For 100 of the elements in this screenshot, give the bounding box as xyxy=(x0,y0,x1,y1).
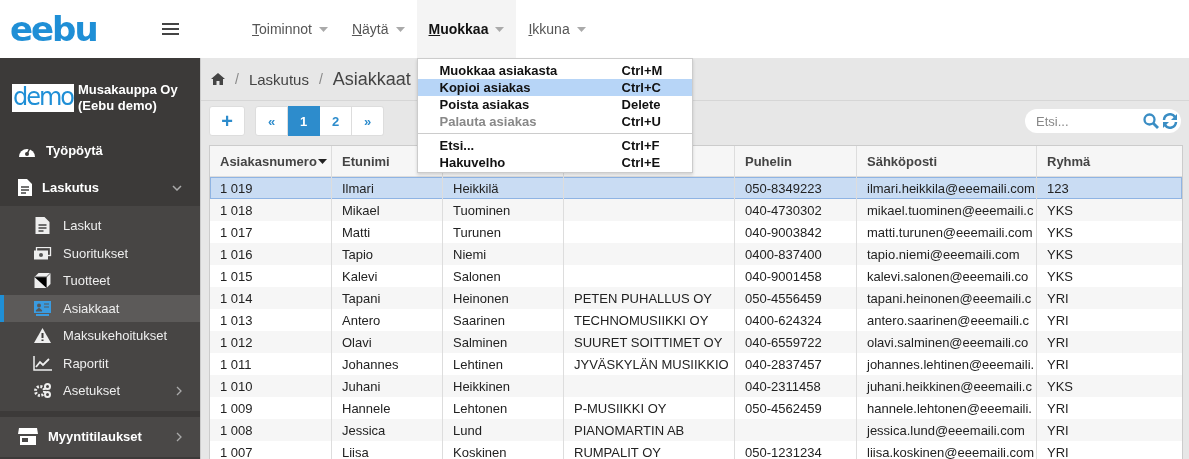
table-cell: Juhani xyxy=(342,378,381,394)
table-row[interactable]: 1 019 Ilmari Heikkilä 050-8349223 ilmari.heikkila@eeemaili.com 123 xyxy=(210,177,1182,199)
dropdown-item[interactable]: Hakuvelho Ctrl+E xyxy=(417,154,692,171)
eebu-logo: eebu xyxy=(9,12,98,46)
column-header[interactable]: Puhelin xyxy=(745,153,792,169)
home-icon[interactable] xyxy=(211,73,225,85)
table-cell: Turunen xyxy=(453,224,501,240)
page-button[interactable]: 1 xyxy=(288,106,320,136)
menu-item[interactable]: Toiminnot xyxy=(240,0,340,58)
table-cell: Mikael xyxy=(342,202,380,218)
table-cell: Johannes xyxy=(342,356,399,372)
document-icon xyxy=(33,217,52,235)
company-logo: demo xyxy=(12,84,74,112)
table-cell: Matti xyxy=(342,224,371,240)
table-cell: YRI xyxy=(1047,312,1069,328)
sidebar-item[interactable]: Maksukehoitukset xyxy=(0,322,200,350)
breadcrumb-link[interactable]: Laskutus xyxy=(248,70,309,88)
table-cell: 1 010 xyxy=(220,378,253,394)
company-name: Musakauppa Oy (Eebu demo) xyxy=(78,82,179,114)
sidebar-item[interactable]: Suoritukset xyxy=(0,239,200,267)
dropdown-item[interactable]: Etsi... Ctrl+F xyxy=(417,137,692,154)
table-cell: 1 007 xyxy=(220,444,253,459)
document-icon xyxy=(18,179,32,196)
sidebar-item[interactable]: Myyntitilaukset xyxy=(0,416,200,457)
table-cell: Tuominen xyxy=(453,202,511,218)
contact-card-icon xyxy=(33,300,52,316)
warning-icon xyxy=(33,328,52,344)
table-cell: 0400-837400 xyxy=(745,246,822,262)
sidebar-item[interactable]: Tuotteet xyxy=(0,267,200,295)
table-cell: Lehtinen xyxy=(453,356,503,372)
table-cell: 1 014 xyxy=(220,290,253,306)
table-cell: YRI xyxy=(1047,334,1069,350)
table-cell: antero.saarinen@eeemaili.c xyxy=(867,312,1030,328)
table-row[interactable]: 1 016 Tapio Niemi 0400-837400 tapio.niemi@eeemaili.com YKS xyxy=(210,243,1182,265)
table-cell: YRI xyxy=(1047,290,1069,306)
table-cell: ilmari.heikkila@eeemaili.com xyxy=(867,180,1035,196)
table-cell: Kalevi xyxy=(342,268,378,284)
table-row[interactable]: 1 012 Olavi Salminen SUURET SOITTIMET OY 040-6559722 olavi.salminen@eeemaili.co YRI xyxy=(210,331,1182,353)
sidebar-item[interactable]: Laskutus xyxy=(0,169,200,206)
search-icon[interactable] xyxy=(1143,113,1159,129)
breadcrumb-separator: / xyxy=(235,71,239,87)
dropdown-item[interactable]: Poista asiakas Delete xyxy=(417,96,692,113)
table-cell: 123 xyxy=(1047,180,1069,196)
menu-item[interactable]: Muokkaa xyxy=(416,0,517,58)
table-cell: 040-9003842 xyxy=(745,224,822,240)
page-title: Asiakkaat xyxy=(332,68,411,90)
table-row[interactable]: 1 014 Tapani Heinonen PETEN PUHALLUS OY 050-4556459 tapani.heinonen@eeemaili.c YRI xyxy=(210,287,1182,309)
table-row[interactable]: 1 007 Liisa Koskinen RUMPALIT OY 050-1231234 liisa.koskinen@eeemaili.com YRI xyxy=(210,441,1182,459)
table-cell: 1 017 xyxy=(220,224,253,240)
table-cell: 040-9001458 xyxy=(745,268,822,284)
table-cell: YKS xyxy=(1047,202,1073,218)
column-header[interactable]: Etunimi xyxy=(342,153,390,169)
table-cell: 1 013 xyxy=(220,312,253,328)
chevron-right-icon xyxy=(176,431,182,442)
table-cell: 0400-624324 xyxy=(745,312,822,328)
page-button[interactable]: 2 xyxy=(320,106,352,136)
menu-item[interactable]: Näytä xyxy=(339,0,417,58)
table-cell: 1 016 xyxy=(220,246,253,262)
table-cell: P-MUSIIKKI OY xyxy=(574,400,667,416)
sidebar-item[interactable]: Asiakkaat xyxy=(0,294,200,322)
table-row[interactable]: 1 008 Jessica Lund PIANOMARTIN AB jessica.lund@eeemaili.com YRI xyxy=(210,419,1182,441)
table-cell: olavi.salminen@eeemaili.co xyxy=(867,334,1029,350)
table-cell: Niemi xyxy=(453,246,487,262)
table-cell: YKS xyxy=(1047,378,1073,394)
menu-icon[interactable] xyxy=(162,23,179,35)
table-cell: TECHNOMUSIIKKI OY xyxy=(574,312,709,328)
column-header[interactable]: Ryhmä xyxy=(1047,153,1091,169)
table-cell: hannele.lehtonen@eeemaili. xyxy=(867,400,1032,416)
table-row[interactable]: 1 018 Mikael Tuominen 040-4730302 mikael.tuominen@eeemaili.c YKS xyxy=(210,199,1182,221)
dropdown-item[interactable]: Kopioi asiakas Ctrl+C xyxy=(417,79,692,96)
table-cell: SUURET SOITTIMET OY xyxy=(574,334,723,350)
table-cell: 1 019 xyxy=(220,180,253,196)
table-cell: johannes.lehtinen@eeemaili. xyxy=(867,356,1035,372)
sidebar-item[interactable]: Työpöytä xyxy=(0,132,200,169)
column-header[interactable]: Asiakasnumero xyxy=(220,153,317,169)
search-field[interactable]: Etsi... xyxy=(1025,109,1181,133)
table-row[interactable]: 1 010 Juhani Heikkinen 040-2311458 juhani.heikkinen@eeemaili.c YKS xyxy=(210,375,1182,397)
table-cell: 1 008 xyxy=(220,422,253,438)
table-cell: 050-4562459 xyxy=(745,400,822,416)
table-cell: YRI xyxy=(1047,422,1069,438)
table-cell: Heikkinen xyxy=(453,378,511,394)
page-button[interactable]: » xyxy=(352,106,384,136)
table-cell: tapani.heinonen@eeemaili.c xyxy=(867,290,1032,306)
table-cell: PIANOMARTIN AB xyxy=(574,422,685,438)
caret-icon xyxy=(576,26,586,32)
table-cell: JYVÄSKYLÄN MUSIIKKIO xyxy=(574,356,729,372)
page-button[interactable]: « xyxy=(255,106,288,136)
table-cell: liisa.koskinen@eeemaili.com xyxy=(867,444,1035,459)
sidebar-item[interactable]: Raportit xyxy=(0,349,200,377)
column-header[interactable]: Sähköposti xyxy=(867,153,938,169)
sidebar-item[interactable]: Laskut xyxy=(0,212,200,240)
refresh-icon[interactable] xyxy=(1162,113,1178,129)
table-cell: tapio.niemi@eeemaili.com xyxy=(867,246,1020,262)
add-button[interactable]: + xyxy=(209,106,245,136)
breadcrumb-separator: / xyxy=(318,71,323,87)
menu-item[interactable]: Ikkuna xyxy=(516,0,598,58)
caret-icon xyxy=(495,26,505,32)
dropdown-item[interactable]: Muokkaa asiakasta Ctrl+M xyxy=(417,62,692,79)
table-cell: Tapani xyxy=(342,290,381,306)
sidebar-item[interactable]: Asetukset xyxy=(0,377,200,405)
